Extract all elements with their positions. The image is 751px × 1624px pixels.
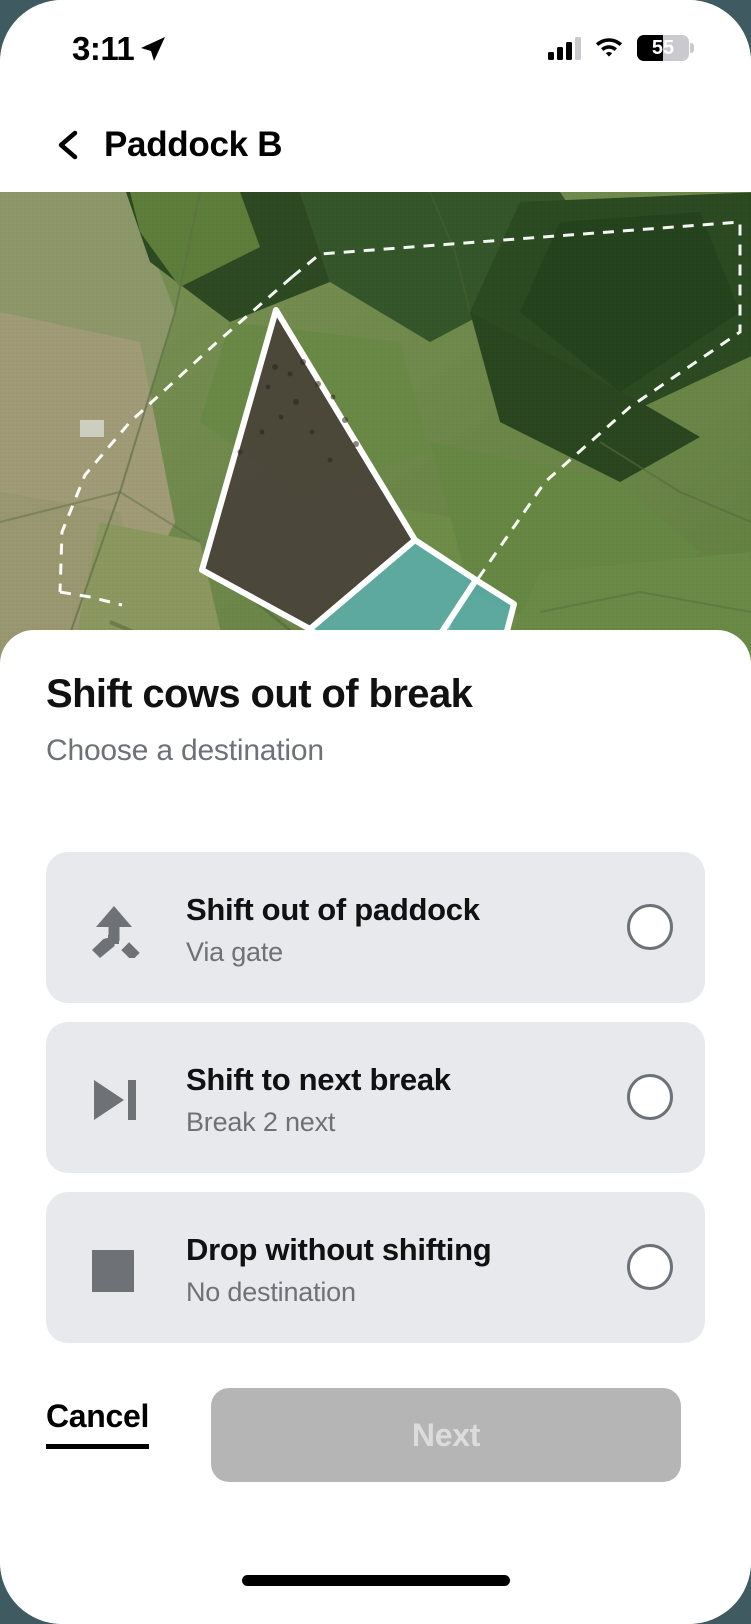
stop-square-icon [86, 1242, 142, 1298]
option-drop-without-shifting[interactable]: Drop without shifting No destination [46, 1192, 705, 1343]
bottom-sheet: Shift cows out of break Choose a destina… [0, 630, 751, 1624]
home-indicator[interactable] [241, 1575, 510, 1586]
battery-icon: 55 [637, 35, 694, 61]
location-arrow-icon [140, 36, 166, 62]
page-title: Paddock B [104, 125, 283, 164]
option-sublabel: Via gate [186, 937, 283, 967]
skip-next-icon [86, 1072, 142, 1128]
next-button[interactable]: Next [211, 1388, 681, 1482]
option-label: Shift out of paddock [186, 892, 480, 927]
option-radio-button[interactable] [627, 904, 673, 950]
status-time: 3:11 [72, 30, 135, 67]
wifi-icon [594, 34, 624, 62]
cancel-button[interactable]: Cancel [46, 1398, 149, 1449]
option-sublabel: No destination [186, 1277, 356, 1307]
nav-bar: Paddock B [0, 92, 751, 192]
option-sublabel: Break 2 next [186, 1107, 336, 1137]
cellular-signal-icon [548, 36, 581, 60]
phone-frame: Shift cows out of break Choose a destina… [0, 0, 751, 1624]
option-radio-button[interactable] [627, 1074, 673, 1120]
chevron-left-icon[interactable] [55, 130, 81, 160]
status-indicators: 55 [548, 34, 694, 62]
option-shift-to-next-break[interactable]: Shift to next break Break 2 next [46, 1022, 705, 1173]
battery-percent-label: 55 [651, 36, 675, 59]
sheet-subtitle: Choose a destination [46, 734, 324, 767]
option-label: Drop without shifting [186, 1232, 492, 1267]
merge-arrow-icon [86, 902, 142, 961]
option-radio-button[interactable] [627, 1244, 673, 1290]
option-shift-out-of-paddock[interactable]: Shift out of paddock Via gate [46, 852, 705, 1003]
status-bar: 3:11 55 [0, 0, 751, 92]
sheet-title: Shift cows out of break [46, 672, 473, 716]
option-label: Shift to next break [186, 1062, 451, 1097]
